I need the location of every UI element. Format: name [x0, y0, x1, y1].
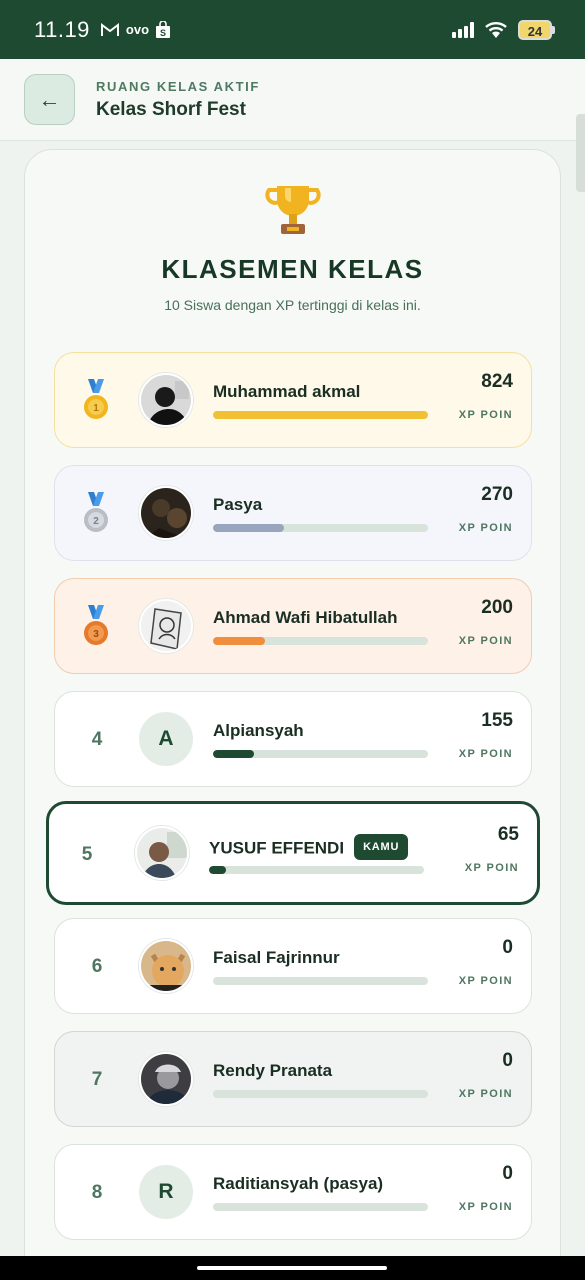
student-name-text: YUSUF EFFENDI	[209, 838, 345, 858]
avatar	[135, 826, 189, 880]
xp-score: 270	[481, 484, 513, 505]
leaderboard-card: KLASEMEN KELAS 10 Siswa dengan XP tertin…	[24, 149, 561, 1280]
scrollbar[interactable]	[576, 114, 585, 192]
avatar	[139, 599, 193, 653]
xp-score: 155	[481, 710, 513, 731]
student-name: Pasya	[213, 495, 263, 514]
xp-label: XP POIN	[458, 975, 513, 987]
xp-label: XP POIN	[458, 1201, 513, 1213]
signal-icon	[452, 21, 474, 38]
bronze-medal-icon: 3	[84, 605, 108, 645]
app-header: ← RUANG KELAS AKTIF Kelas Shorf Fest	[0, 59, 585, 141]
leaderboard-row[interactable]: 6 Faisal Fajrinnur 0 XP POIN	[54, 918, 532, 1014]
leaderboard-row-current-user[interactable]: 5 YUSUF EFFENDI KAMU 65 XP POIN	[46, 801, 540, 905]
clock: 11.19	[34, 16, 90, 42]
xp-label: XP POIN	[458, 635, 513, 647]
leaderboard-row[interactable]: 8 R Raditiansyah (pasya) 0 XP POIN	[54, 1144, 532, 1240]
avatar	[139, 1052, 193, 1106]
back-button[interactable]: ←	[24, 74, 75, 125]
xp-score: 0	[502, 1163, 513, 1184]
leaderboard-row[interactable]: 1 Muhammad akmal 824 XP POIN	[54, 352, 532, 448]
gmail-icon	[100, 22, 119, 36]
xp-score: 824	[481, 371, 513, 392]
xp-progress-bar	[213, 1090, 428, 1098]
student-name: Faisal Fajrinnur	[213, 948, 340, 967]
notification-icons: ovo S	[100, 20, 171, 39]
xp-progress-bar	[213, 637, 428, 645]
rank-number: 5	[81, 844, 93, 865]
xp-label: XP POIN	[458, 748, 513, 760]
leaderboard-row[interactable]: 3 Ahmad Wafi Hibatullah 200 XP POIN	[54, 578, 532, 674]
xp-progress-bar	[209, 866, 424, 874]
xp-score: 200	[481, 597, 513, 618]
battery-level: 24	[518, 19, 552, 40]
student-name: Muhammad akmal	[213, 382, 361, 401]
student-name: Alpiansyah	[213, 721, 304, 740]
home-gesture-handle[interactable]	[197, 1266, 387, 1270]
leaderboard-subtitle: 10 Siswa dengan XP tertinggi di kelas in…	[164, 297, 421, 313]
student-name: Ahmad Wafi Hibatullah	[213, 608, 398, 627]
student-name: Rendy Pranata	[213, 1061, 333, 1080]
svg-text:3: 3	[93, 629, 99, 640]
leaderboard-row[interactable]: 2 Pasya 270 XP POIN	[54, 465, 532, 561]
xp-progress-bar	[213, 411, 428, 419]
rank-number: 7	[91, 1069, 103, 1090]
xp-label: XP POIN	[458, 522, 513, 534]
avatar	[139, 373, 193, 427]
xp-progress-bar	[213, 750, 428, 758]
rank-number: 8	[91, 1182, 103, 1203]
avatar	[139, 486, 193, 540]
ovo-icon: ovo	[125, 22, 150, 37]
header-kicker: RUANG KELAS AKTIF	[96, 79, 260, 94]
wifi-icon	[485, 21, 507, 38]
xp-progress-bar	[213, 1203, 428, 1211]
svg-text:1: 1	[93, 403, 99, 414]
xp-score: 0	[502, 1050, 513, 1071]
xp-progress-bar	[213, 524, 428, 532]
status-bar: 11.19 ovo S 24	[0, 0, 585, 59]
xp-score: 0	[502, 937, 513, 958]
xp-label: XP POIN	[458, 409, 513, 421]
trophy-icon	[265, 186, 321, 234]
xp-label: XP POIN	[464, 862, 519, 874]
system-navigation-bar	[0, 1256, 585, 1280]
page-title: Kelas Shorf Fest	[96, 99, 246, 120]
leaderboard-row[interactable]: 7 Rendy Pranata 0 XP POIN	[54, 1031, 532, 1127]
leaderboard-row[interactable]: 4 A Alpiansyah 155 XP POIN	[54, 691, 532, 787]
rank-number: 4	[91, 729, 103, 750]
avatar: A	[139, 712, 193, 766]
xp-progress-bar	[213, 977, 428, 985]
svg-text:2: 2	[93, 516, 99, 527]
shopping-bag-icon: S	[156, 20, 171, 38]
battery-icon: 24	[518, 19, 555, 40]
svg-text:S: S	[160, 28, 166, 38]
you-badge: KAMU	[354, 834, 409, 860]
gold-medal-icon: 1	[84, 379, 108, 419]
rank-number: 6	[91, 956, 103, 977]
student-name: Raditiansyah (pasya)	[213, 1174, 384, 1193]
xp-score: 65	[497, 824, 519, 845]
avatar	[139, 939, 193, 993]
arrow-left-icon: ←	[38, 86, 61, 112]
xp-label: XP POIN	[458, 1088, 513, 1100]
avatar: R	[139, 1165, 193, 1219]
silver-medal-icon: 2	[84, 492, 108, 532]
student-name: YUSUF EFFENDI KAMU	[209, 834, 409, 862]
leaderboard-title: KLASEMEN KELAS	[161, 254, 424, 284]
